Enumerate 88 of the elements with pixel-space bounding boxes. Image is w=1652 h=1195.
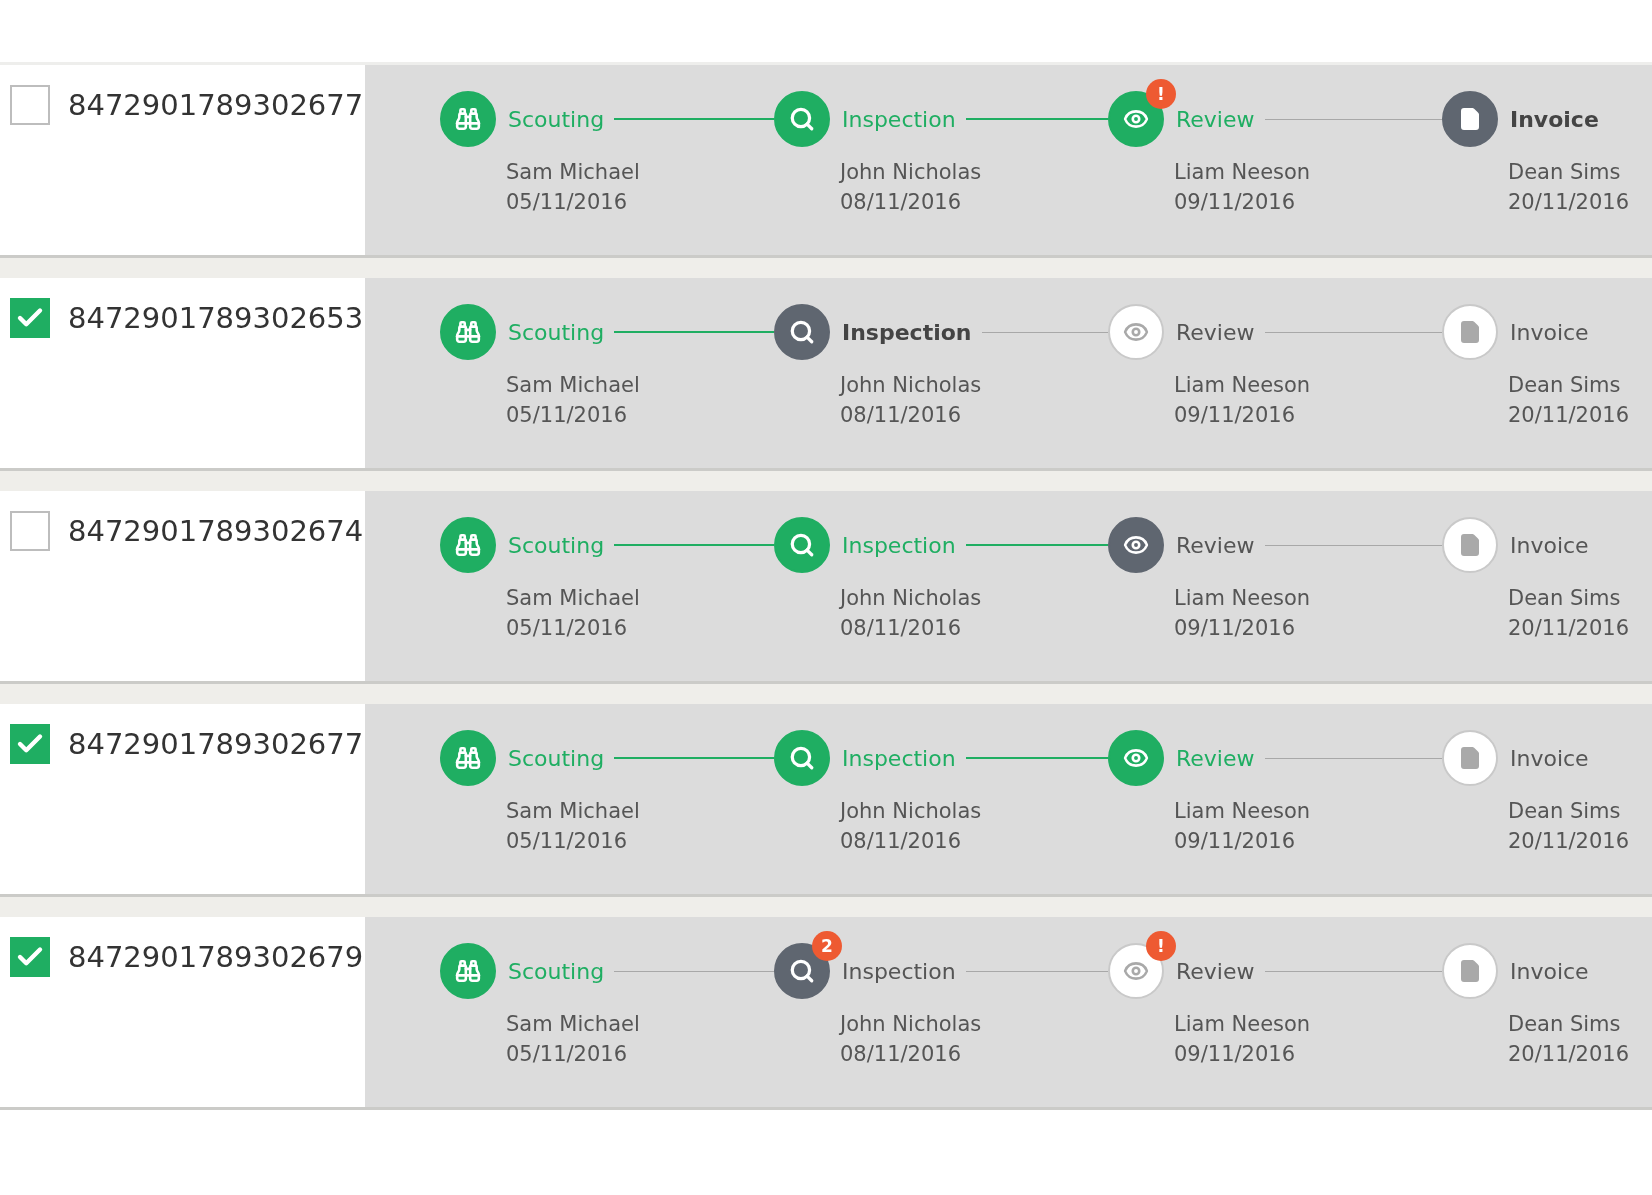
document-icon <box>1458 959 1482 983</box>
stage-label: Invoice <box>1510 106 1599 132</box>
document-icon <box>1458 533 1482 557</box>
stage-label: Scouting <box>508 319 605 345</box>
stage-date: 20/11/2016 <box>1507 189 1631 216</box>
stage-label: Review <box>1176 958 1255 984</box>
person-name: John Nicholas <box>838 372 983 399</box>
stage-label: Invoice <box>1510 745 1589 771</box>
stage-label: Invoice <box>1510 958 1589 984</box>
stage-date: 20/11/2016 <box>1507 1041 1631 1068</box>
stage-date: 08/11/2016 <box>839 1041 963 1068</box>
alert-badge: ! <box>1146 79 1176 109</box>
search-icon <box>789 106 815 132</box>
stage-date: 08/11/2016 <box>839 402 963 429</box>
stage-date: 09/11/2016 <box>1173 189 1297 216</box>
stage-date: 08/11/2016 <box>839 189 963 216</box>
person-name: John Nicholas <box>838 1011 983 1038</box>
stage-label: Scouting <box>508 745 605 771</box>
person-name: Sam Michael <box>505 1011 641 1038</box>
binoculars-icon <box>455 319 481 345</box>
stage-date: 09/11/2016 <box>1173 828 1297 855</box>
order-number: 8472901789302677 <box>68 726 364 763</box>
stage-date: 20/11/2016 <box>1507 615 1631 642</box>
checkbox[interactable] <box>10 937 50 977</box>
stage-label: Inspection <box>842 106 956 132</box>
binoculars-icon <box>455 958 481 984</box>
stage-label: Inspection <box>842 958 956 984</box>
person-name: Dean Sims <box>1507 798 1622 825</box>
person-name: Dean Sims <box>1507 159 1622 186</box>
stage-label: Invoice <box>1510 532 1589 558</box>
stage-date: 20/11/2016 <box>1507 828 1631 855</box>
person-name: Sam Michael <box>505 372 641 399</box>
search-icon <box>789 532 815 558</box>
stage-label: Review <box>1176 319 1255 345</box>
order-number: 8472901789302674 <box>68 513 364 550</box>
search-icon <box>789 745 815 771</box>
person-name: John Nicholas <box>838 798 983 825</box>
stage-date: 08/11/2016 <box>839 828 963 855</box>
stage-label: Review <box>1176 106 1255 132</box>
checkbox[interactable] <box>10 298 50 338</box>
person-name: Sam Michael <box>505 585 641 612</box>
stage-label: Scouting <box>508 958 605 984</box>
binoculars-icon <box>455 532 481 558</box>
stage-label: Inspection <box>842 532 956 558</box>
alert-badge: 2 <box>812 931 842 961</box>
binoculars-icon <box>455 106 481 132</box>
person-name: Dean Sims <box>1507 372 1622 399</box>
order-number: 8472901789302653 <box>68 300 364 337</box>
person-name: Dean Sims <box>1507 1011 1622 1038</box>
stage-date: 20/11/2016 <box>1507 402 1631 429</box>
person-name: Liam Neeson <box>1173 585 1312 612</box>
person-name: Sam Michael <box>505 159 641 186</box>
document-icon <box>1458 746 1482 770</box>
stage-label: Review <box>1176 532 1255 558</box>
stage-label: Inspection <box>842 319 972 345</box>
order-number: 8472901789302677 <box>68 87 364 124</box>
checkbox[interactable] <box>10 511 50 551</box>
stage-date: 05/11/2016 <box>505 402 629 429</box>
checkbox[interactable] <box>10 724 50 764</box>
checkbox[interactable] <box>10 85 50 125</box>
order-number: 8472901789302679 <box>68 939 364 976</box>
document-icon <box>1458 107 1482 131</box>
stage-date: 05/11/2016 <box>505 615 629 642</box>
document-icon <box>1458 320 1482 344</box>
stage-date: 09/11/2016 <box>1173 615 1297 642</box>
stage-label: Review <box>1176 745 1255 771</box>
search-icon <box>789 319 815 345</box>
person-name: Liam Neeson <box>1173 1011 1312 1038</box>
search-icon <box>789 958 815 984</box>
stage-label: Inspection <box>842 745 956 771</box>
person-name: Liam Neeson <box>1173 798 1312 825</box>
stage-date: 09/11/2016 <box>1173 1041 1297 1068</box>
stage-label: Scouting <box>508 532 605 558</box>
person-name: Dean Sims <box>1507 585 1622 612</box>
stage-date: 08/11/2016 <box>839 615 963 642</box>
alert-badge: ! <box>1146 931 1176 961</box>
person-name: Liam Neeson <box>1173 159 1312 186</box>
person-name: Sam Michael <box>505 798 641 825</box>
stage-date: 05/11/2016 <box>505 189 629 216</box>
stage-date: 05/11/2016 <box>505 1041 629 1068</box>
person-name: John Nicholas <box>838 159 983 186</box>
stage-label: Scouting <box>508 106 605 132</box>
binoculars-icon <box>455 745 481 771</box>
person-name: Liam Neeson <box>1173 372 1312 399</box>
stage-date: 09/11/2016 <box>1173 402 1297 429</box>
person-name: John Nicholas <box>838 585 983 612</box>
stage-date: 05/11/2016 <box>505 828 629 855</box>
stage-label: Invoice <box>1510 319 1589 345</box>
